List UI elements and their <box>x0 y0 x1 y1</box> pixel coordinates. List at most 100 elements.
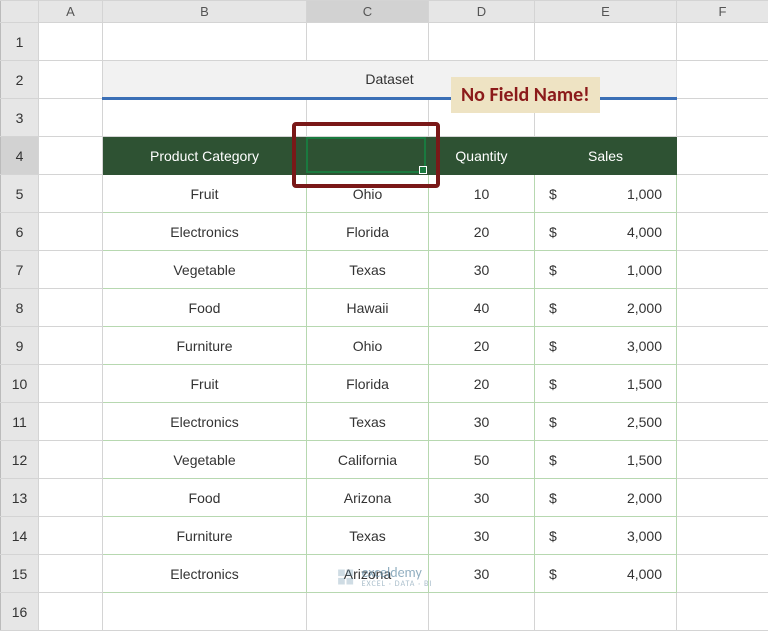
cell-E8[interactable]: $2,000 <box>535 289 677 327</box>
cell-C5[interactable]: Ohio <box>307 175 429 213</box>
col-header-C[interactable]: C <box>307 1 429 23</box>
cell-C7[interactable]: Texas <box>307 251 429 289</box>
cell-F16[interactable] <box>677 593 768 631</box>
cell-D1[interactable] <box>429 23 535 61</box>
cell-A9[interactable] <box>39 327 103 365</box>
row-header-5[interactable]: 5 <box>1 175 39 213</box>
row-header-2[interactable]: 2 <box>1 61 39 99</box>
cell-A8[interactable] <box>39 289 103 327</box>
cell-E6[interactable]: $4,000 <box>535 213 677 251</box>
cell-D5[interactable]: 10 <box>429 175 535 213</box>
cell-D12[interactable]: 50 <box>429 441 535 479</box>
cell-D13[interactable]: 30 <box>429 479 535 517</box>
cell-F14[interactable] <box>677 517 768 555</box>
cell-F12[interactable] <box>677 441 768 479</box>
cell-F8[interactable] <box>677 289 768 327</box>
cell-C14[interactable]: Texas <box>307 517 429 555</box>
cell-C3[interactable] <box>307 99 429 137</box>
col-header-B[interactable]: B <box>103 1 307 23</box>
row-header-12[interactable]: 12 <box>1 441 39 479</box>
cell-C11[interactable]: Texas <box>307 403 429 441</box>
cell-D14[interactable]: 30 <box>429 517 535 555</box>
cell-D16[interactable] <box>429 593 535 631</box>
cell-A7[interactable] <box>39 251 103 289</box>
cell-D9[interactable]: 20 <box>429 327 535 365</box>
cell-A1[interactable] <box>39 23 103 61</box>
cell-A3[interactable] <box>39 99 103 137</box>
cell-B10[interactable]: Fruit <box>103 365 307 403</box>
cell-B5[interactable]: Fruit <box>103 175 307 213</box>
col-header-A[interactable]: A <box>39 1 103 23</box>
cell-B16[interactable] <box>103 593 307 631</box>
cell-B15[interactable]: Electronics <box>103 555 307 593</box>
cell-E11[interactable]: $2,500 <box>535 403 677 441</box>
cell-B3[interactable] <box>103 99 307 137</box>
cell-B4[interactable]: Product Category <box>103 137 307 175</box>
cell-E12[interactable]: $1,500 <box>535 441 677 479</box>
cell-F2[interactable] <box>677 61 768 99</box>
cell-C1[interactable] <box>307 23 429 61</box>
cell-E7[interactable]: $1,000 <box>535 251 677 289</box>
cell-B13[interactable]: Food <box>103 479 307 517</box>
row-header-7[interactable]: 7 <box>1 251 39 289</box>
row-header-8[interactable]: 8 <box>1 289 39 327</box>
cell-F6[interactable] <box>677 213 768 251</box>
spreadsheet-grid[interactable]: A B C D E F 12Dataset34Product CategoryQ… <box>0 0 768 631</box>
cell-A16[interactable] <box>39 593 103 631</box>
cell-C9[interactable]: Ohio <box>307 327 429 365</box>
cell-F13[interactable] <box>677 479 768 517</box>
cell-C8[interactable]: Hawaii <box>307 289 429 327</box>
col-header-F[interactable]: F <box>677 1 768 23</box>
cell-E15[interactable]: $4,000 <box>535 555 677 593</box>
row-header-13[interactable]: 13 <box>1 479 39 517</box>
cell-D7[interactable]: 30 <box>429 251 535 289</box>
row-header-11[interactable]: 11 <box>1 403 39 441</box>
cell-B9[interactable]: Furniture <box>103 327 307 365</box>
row-header-6[interactable]: 6 <box>1 213 39 251</box>
cell-F4[interactable] <box>677 137 768 175</box>
cell-D6[interactable]: 20 <box>429 213 535 251</box>
cell-A13[interactable] <box>39 479 103 517</box>
cell-A2[interactable] <box>39 61 103 99</box>
cell-D8[interactable]: 40 <box>429 289 535 327</box>
cell-E10[interactable]: $1,500 <box>535 365 677 403</box>
cell-B12[interactable]: Vegetable <box>103 441 307 479</box>
cell-B1[interactable] <box>103 23 307 61</box>
col-header-D[interactable]: D <box>429 1 535 23</box>
row-header-15[interactable]: 15 <box>1 555 39 593</box>
cell-A6[interactable] <box>39 213 103 251</box>
row-header-3[interactable]: 3 <box>1 99 39 137</box>
cell-B6[interactable]: Electronics <box>103 213 307 251</box>
cell-A10[interactable] <box>39 365 103 403</box>
cell-C10[interactable]: Florida <box>307 365 429 403</box>
cell-F5[interactable] <box>677 175 768 213</box>
cell-B11[interactable]: Electronics <box>103 403 307 441</box>
cell-C12[interactable]: California <box>307 441 429 479</box>
cell-C4[interactable] <box>307 137 429 175</box>
cell-E13[interactable]: $2,000 <box>535 479 677 517</box>
cell-A11[interactable] <box>39 403 103 441</box>
cell-E9[interactable]: $3,000 <box>535 327 677 365</box>
row-header-16[interactable]: 16 <box>1 593 39 631</box>
cell-F11[interactable] <box>677 403 768 441</box>
cell-B14[interactable]: Furniture <box>103 517 307 555</box>
select-all-corner[interactable] <box>1 1 39 23</box>
cell-A14[interactable] <box>39 517 103 555</box>
cell-F1[interactable] <box>677 23 768 61</box>
row-header-1[interactable]: 1 <box>1 23 39 61</box>
cell-C16[interactable] <box>307 593 429 631</box>
row-header-9[interactable]: 9 <box>1 327 39 365</box>
cell-E16[interactable] <box>535 593 677 631</box>
cell-F7[interactable] <box>677 251 768 289</box>
cell-A15[interactable] <box>39 555 103 593</box>
cell-E4[interactable]: Sales <box>535 137 677 175</box>
cell-D4[interactable]: Quantity <box>429 137 535 175</box>
cell-C6[interactable]: Florida <box>307 213 429 251</box>
cell-B8[interactable]: Food <box>103 289 307 327</box>
cell-F9[interactable] <box>677 327 768 365</box>
row-header-4[interactable]: 4 <box>1 137 39 175</box>
cell-D15[interactable]: 30 <box>429 555 535 593</box>
row-header-10[interactable]: 10 <box>1 365 39 403</box>
cell-E1[interactable] <box>535 23 677 61</box>
row-header-14[interactable]: 14 <box>1 517 39 555</box>
